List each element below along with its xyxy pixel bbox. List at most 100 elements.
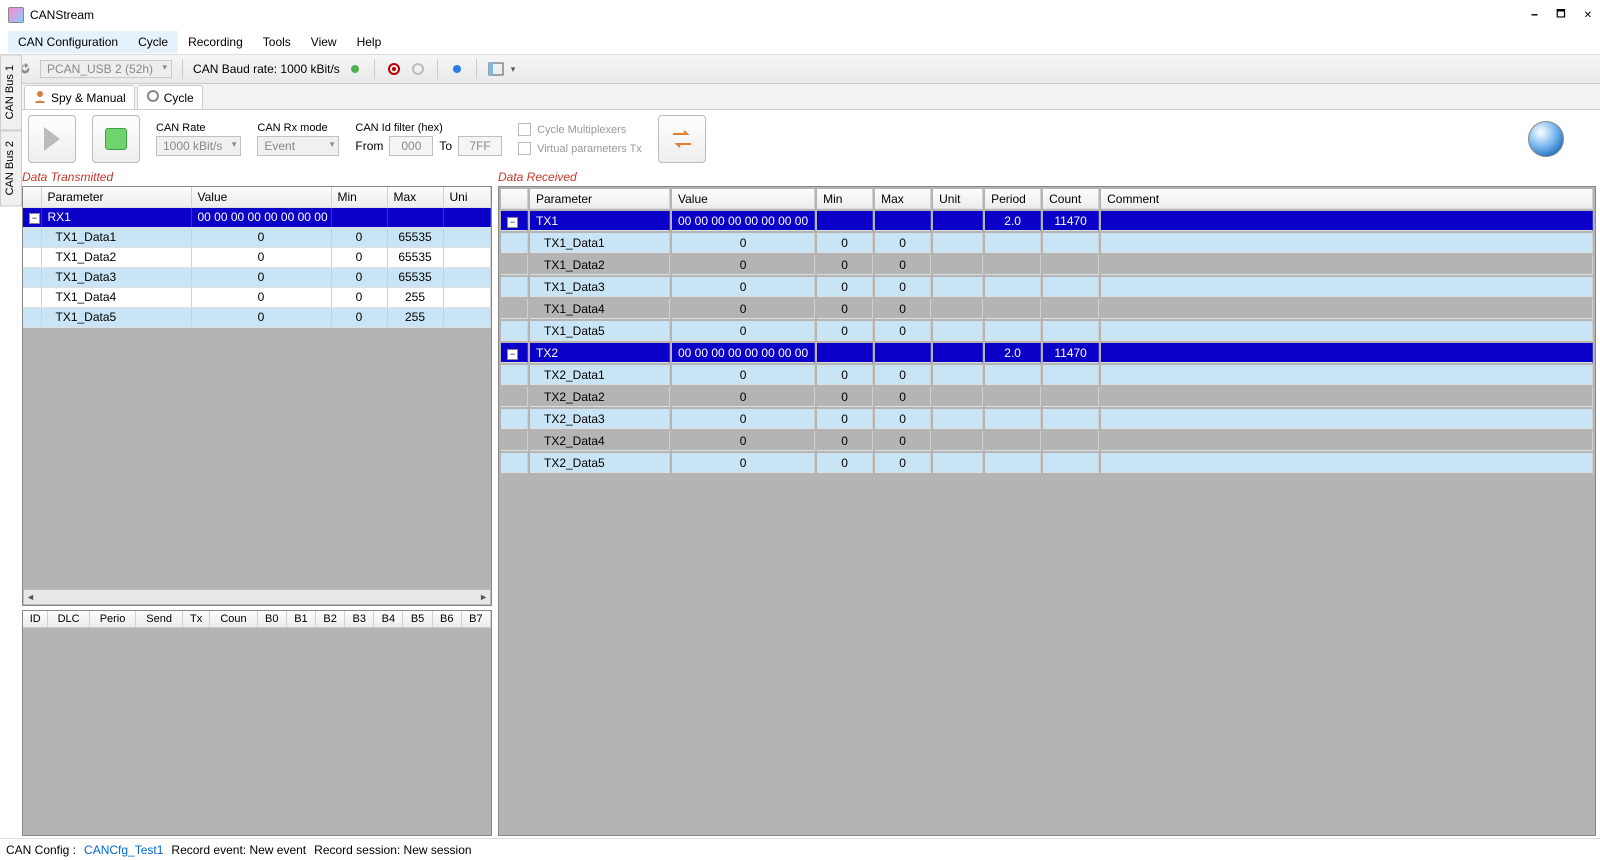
status-config-label: CAN Config :	[6, 843, 76, 857]
maximize-button[interactable]: 🗖	[1556, 7, 1566, 24]
stop-record-button[interactable]	[409, 60, 427, 78]
tabstrip: Spy & Manual Cycle	[0, 84, 1600, 110]
play-button[interactable]	[28, 115, 76, 163]
chk-virtual[interactable]	[518, 142, 531, 155]
record-button[interactable]	[385, 60, 403, 78]
rx-group-row[interactable]: − TX200 00 00 00 00 00 00 00 2.011470	[501, 343, 1593, 363]
rx-mode-select[interactable]: Event	[257, 136, 339, 156]
raw-col[interactable]: Coun	[210, 611, 257, 628]
menu-help[interactable]: Help	[347, 31, 392, 53]
table-row[interactable]: TX1_Data1 00 0	[501, 233, 1593, 253]
tx-col-min[interactable]: Min	[331, 187, 387, 207]
table-row[interactable]: TX1_Data4 00 255	[23, 287, 491, 307]
status-record-session: Record session: New session	[314, 843, 471, 857]
rx-col-max[interactable]: Max	[875, 189, 931, 209]
menu-recording[interactable]: Recording	[178, 31, 253, 53]
id-filter-label: CAN Id filter (hex)	[355, 122, 502, 134]
record-toggle-icon[interactable]	[448, 60, 466, 78]
raw-col[interactable]: B4	[374, 611, 403, 628]
to-input[interactable]	[458, 136, 502, 156]
table-row[interactable]: TX1_Data5 00 0	[501, 321, 1593, 341]
tx-col-unit[interactable]: Uni	[443, 187, 491, 207]
rx-col-count[interactable]: Count	[1043, 189, 1099, 209]
table-row[interactable]: TX1_Data4 00 0	[501, 299, 1593, 319]
menubar: CAN Configuration Cycle Recording Tools …	[0, 30, 1600, 54]
close-button[interactable]: ✕	[1584, 10, 1592, 21]
chk-multiplex[interactable]	[518, 123, 531, 136]
tx-grid[interactable]: Parameter Value Min Max Uni − RX100 00 0…	[22, 186, 492, 606]
rate-label: CAN Rate	[156, 122, 241, 134]
minimize-button[interactable]: 🗕	[1531, 7, 1538, 24]
side-tab-bus1[interactable]: CAN Bus 1	[0, 54, 22, 130]
statusbar: CAN Config : CANCfg_Test1 Record event: …	[0, 838, 1600, 860]
raw-col[interactable]: Tx	[182, 611, 209, 628]
menu-cycle[interactable]: Cycle	[128, 31, 178, 53]
table-row[interactable]: TX2_Data2 00 0	[501, 387, 1593, 407]
tx-col-param[interactable]: Parameter	[41, 187, 191, 207]
raw-col[interactable]: B0	[257, 611, 286, 628]
raw-col[interactable]: Perio	[89, 611, 136, 628]
raw-col[interactable]: B1	[286, 611, 315, 628]
swap-button[interactable]	[658, 115, 706, 163]
raw-col[interactable]: DLC	[48, 611, 89, 628]
raw-col[interactable]: B3	[345, 611, 374, 628]
rx-col-param[interactable]: Parameter	[530, 189, 670, 209]
from-label: From	[355, 139, 383, 153]
table-row[interactable]: TX2_Data1 00 0	[501, 365, 1593, 385]
tx-group-row[interactable]: − RX100 00 00 00 00 00 00 00	[23, 207, 491, 227]
table-row[interactable]: TX2_Data4 00 0	[501, 431, 1593, 451]
chk-virtual-label: Virtual parameters Tx	[537, 143, 642, 155]
chk-multiplex-label: Cycle Multiplexers	[537, 124, 626, 136]
status-config-link[interactable]: CANCfg_Test1	[84, 843, 163, 857]
table-row[interactable]: TX2_Data3 00 0	[501, 409, 1593, 429]
raw-col[interactable]: B7	[461, 611, 490, 628]
content-area: CAN Rate 1000 kBit/s CAN Rx mode Event C…	[22, 110, 1596, 836]
rx-col-period[interactable]: Period	[985, 189, 1041, 209]
rx-mode-label: CAN Rx mode	[257, 122, 339, 134]
raw-col[interactable]: Send	[136, 611, 183, 628]
raw-col[interactable]: B2	[316, 611, 345, 628]
person-icon	[33, 89, 47, 106]
rx-col-expand[interactable]	[501, 189, 528, 209]
rx-grid[interactable]: Parameter Value Min Max Unit Period Coun…	[498, 186, 1596, 836]
rx-title: Data Received	[498, 168, 1596, 186]
menu-tools[interactable]: Tools	[253, 31, 301, 53]
tx-col-expand[interactable]	[23, 187, 41, 207]
device-select[interactable]: PCAN_USB 2 (52h)	[40, 60, 172, 78]
menu-view[interactable]: View	[301, 31, 347, 53]
from-input[interactable]	[389, 136, 433, 156]
layout-dropdown-icon[interactable]: ▾	[511, 64, 516, 75]
tx-col-max[interactable]: Max	[387, 187, 443, 207]
stop-button[interactable]	[92, 115, 140, 163]
raw-col[interactable]: ID	[23, 611, 48, 628]
raw-col[interactable]: B5	[403, 611, 432, 628]
side-tab-bus2[interactable]: CAN Bus 2	[0, 130, 22, 206]
controls-row: CAN Rate 1000 kBit/s CAN Rx mode Event C…	[22, 110, 1596, 168]
rx-col-comment[interactable]: Comment	[1101, 189, 1593, 209]
table-row[interactable]: TX1_Data5 00 255	[23, 307, 491, 327]
tab-spy-label: Spy & Manual	[51, 91, 126, 105]
table-row[interactable]: TX1_Data1 00 65535	[23, 227, 491, 247]
layout-button[interactable]	[487, 60, 505, 78]
tx-hscroll[interactable]: ◄►	[23, 589, 491, 605]
rx-col-unit[interactable]: Unit	[933, 189, 983, 209]
rx-col-min[interactable]: Min	[817, 189, 873, 209]
tab-cycle[interactable]: Cycle	[137, 85, 203, 109]
rx-group-row[interactable]: − TX100 00 00 00 00 00 00 00 2.011470	[501, 211, 1593, 231]
tx-col-value[interactable]: Value	[191, 187, 331, 207]
table-row[interactable]: TX1_Data2 00 65535	[23, 247, 491, 267]
menu-can-config[interactable]: CAN Configuration	[8, 31, 128, 53]
table-row[interactable]: TX1_Data2 00 0	[501, 255, 1593, 275]
table-row[interactable]: TX1_Data3 00 65535	[23, 267, 491, 287]
status-record-event: Record event: New event	[171, 843, 306, 857]
rate-select[interactable]: 1000 kBit/s	[156, 136, 241, 156]
rx-col-value[interactable]: Value	[672, 189, 815, 209]
raw-grid[interactable]: IDDLCPerioSendTxCounB0B1B2B3B4B5B6B7	[22, 610, 492, 836]
raw-col[interactable]: B6	[432, 611, 461, 628]
status-orb-icon	[1528, 121, 1564, 157]
side-tabs: CAN Bus 1 CAN Bus 2	[0, 54, 22, 207]
to-label: To	[439, 139, 452, 153]
tab-spy-manual[interactable]: Spy & Manual	[24, 85, 135, 109]
table-row[interactable]: TX2_Data5 00 0	[501, 453, 1593, 473]
table-row[interactable]: TX1_Data3 00 0	[501, 277, 1593, 297]
